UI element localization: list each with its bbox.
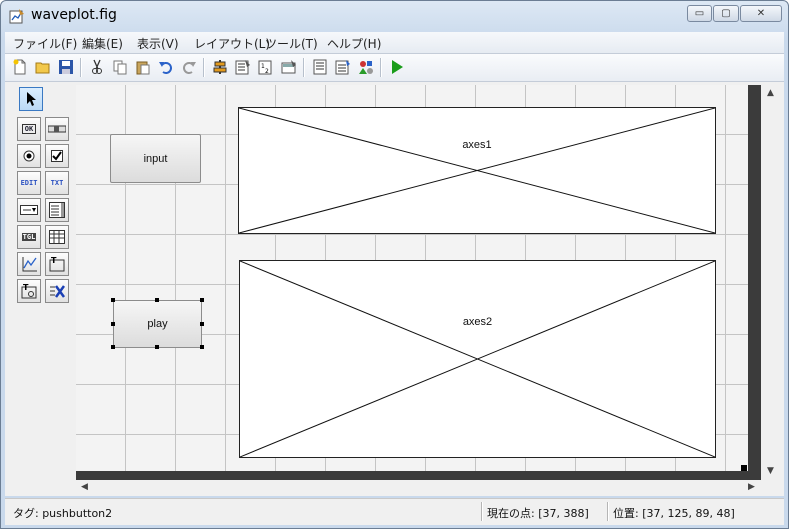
edit-text-tool-icon[interactable]: EDIT	[17, 171, 41, 195]
application-window: waveplot.fig ▭ ▢ ✕ ファイル(F) 編集(E) 表示(V) レ…	[0, 0, 789, 529]
input-button[interactable]: input	[110, 134, 201, 183]
menu-editor-icon[interactable]	[234, 58, 252, 76]
open-folder-icon[interactable]	[34, 58, 52, 76]
pushbutton-tool-icon[interactable]: OK	[17, 117, 41, 141]
layout-grid-canvas[interactable]: input play axes1 axes2	[76, 85, 748, 471]
toolbar-separator	[203, 58, 205, 77]
toggle-button-tool-label: TGL	[21, 233, 37, 241]
menu-tools[interactable]: ツール(T)	[265, 35, 318, 52]
property-inspector-icon[interactable]	[334, 58, 352, 76]
maximize-button[interactable]: ▢	[713, 5, 739, 22]
status-separator	[481, 502, 483, 521]
status-separator	[607, 502, 609, 521]
toolbar-separator	[80, 58, 82, 77]
status-bar: タグ: pushbutton2 現在の点: [37, 388] 位置: [37,…	[5, 498, 784, 525]
menu-view[interactable]: 表示(V)	[137, 35, 179, 52]
selection-handle[interactable]	[200, 345, 204, 349]
radio-button-tool-icon[interactable]	[17, 144, 41, 168]
slider-tool-icon[interactable]	[45, 117, 69, 141]
component-palette: OK EDIT TXT TGL T T	[5, 82, 75, 496]
figure-app-icon	[9, 9, 24, 24]
menu-layout[interactable]: レイアウト(L)	[194, 35, 270, 52]
toolbar-separator	[380, 58, 382, 77]
axes1-cross	[239, 108, 715, 233]
selection-handle[interactable]	[200, 298, 204, 302]
minimize-button[interactable]: ▭	[687, 5, 712, 22]
redo-icon[interactable]	[180, 58, 198, 76]
new-file-icon[interactable]	[11, 58, 29, 76]
table-tool-icon[interactable]	[45, 225, 69, 249]
scroll-left-icon[interactable]: ◀	[81, 482, 88, 492]
axes2-label: axes2	[462, 316, 493, 328]
tab-order-icon[interactable]: 12	[257, 58, 275, 76]
scroll-down-icon[interactable]: ▼	[767, 466, 774, 476]
scroll-up-icon[interactable]: ▲	[767, 88, 774, 98]
undo-icon[interactable]	[157, 58, 175, 76]
activex-tool-icon[interactable]	[45, 279, 69, 303]
paste-icon[interactable]	[134, 58, 152, 76]
toolbar-separator	[303, 58, 305, 77]
horizontal-scrollbar[interactable]: ◀ ▶	[76, 480, 762, 496]
selection-handle[interactable]	[200, 322, 204, 326]
input-button-label: input	[143, 152, 168, 165]
menu-help[interactable]: ヘルプ(H)	[327, 35, 381, 52]
selection-handle[interactable]	[155, 298, 159, 302]
close-icon: ✕	[756, 8, 766, 19]
axes2-cross	[240, 261, 715, 457]
save-icon[interactable]	[57, 58, 75, 76]
resize-corner-handle[interactable]	[741, 465, 747, 471]
align-icon[interactable]	[211, 58, 229, 76]
menu-file[interactable]: ファイル(F)	[13, 35, 77, 52]
selection-handle[interactable]	[111, 322, 115, 326]
checkbox-tool-icon[interactable]	[45, 144, 69, 168]
object-browser-icon[interactable]	[357, 58, 375, 76]
popup-menu-tool-icon[interactable]	[17, 198, 41, 222]
vertical-scrollbar[interactable]: ▲ ▼	[762, 85, 780, 480]
cut-icon[interactable]	[88, 58, 106, 76]
menu-bar: ファイル(F) 編集(E) 表示(V) レイアウト(L) ツール(T) ヘルプ(…	[5, 32, 784, 54]
canvas-resize-border-right[interactable]	[748, 85, 761, 481]
toolbar-editor-icon[interactable]	[280, 58, 298, 76]
copy-icon[interactable]	[111, 58, 129, 76]
selection-handle[interactable]	[111, 345, 115, 349]
minimize-icon: ▭	[694, 8, 705, 19]
window-title: waveplot.fig	[31, 7, 117, 23]
menu-edit[interactable]: 編集(E)	[82, 35, 123, 52]
static-text-tool-label: TXT	[50, 179, 64, 187]
title-bar[interactable]: waveplot.fig ▭ ▢ ✕	[1, 1, 788, 31]
static-text-tool-icon[interactable]: TXT	[45, 171, 69, 195]
toolbar: 12	[5, 54, 784, 82]
axes1-label: axes1	[462, 139, 492, 151]
svg-text:2: 2	[265, 68, 269, 75]
selection-handle[interactable]	[111, 298, 115, 302]
panel-tool-icon[interactable]: T	[45, 252, 69, 276]
axes-tool-icon[interactable]	[17, 252, 41, 276]
status-tag: タグ: pushbutton2	[13, 507, 113, 520]
edit-text-tool-label: EDIT	[20, 179, 38, 187]
run-icon[interactable]	[388, 58, 406, 76]
mfile-editor-icon[interactable]	[311, 58, 329, 76]
pushbutton-tool-label: OK	[21, 124, 37, 134]
toggle-button-tool-icon[interactable]: TGL	[17, 225, 41, 249]
select-tool-icon[interactable]	[19, 87, 43, 111]
canvas-resize-border-bottom[interactable]	[76, 471, 748, 480]
close-button[interactable]: ✕	[740, 5, 782, 22]
axes1-placeholder[interactable]: axes1	[238, 107, 716, 234]
selection-handle[interactable]	[155, 345, 159, 349]
guide-layout-area: OK EDIT TXT TGL T T input play axes1 axe…	[5, 82, 784, 496]
play-button-label: play	[147, 318, 168, 330]
axes2-placeholder[interactable]: axes2	[239, 260, 716, 458]
listbox-tool-icon[interactable]	[45, 198, 69, 222]
play-button[interactable]: play	[113, 300, 202, 348]
maximize-icon: ▢	[721, 8, 731, 19]
svg-text:T: T	[51, 256, 57, 265]
button-group-tool-icon[interactable]: T	[17, 279, 41, 303]
status-current-point: 現在の点: [37, 388]	[487, 507, 589, 520]
svg-text:T: T	[23, 283, 29, 292]
status-position: 位置: [37, 125, 89, 48]	[613, 507, 735, 520]
scroll-right-icon[interactable]: ▶	[748, 482, 755, 492]
